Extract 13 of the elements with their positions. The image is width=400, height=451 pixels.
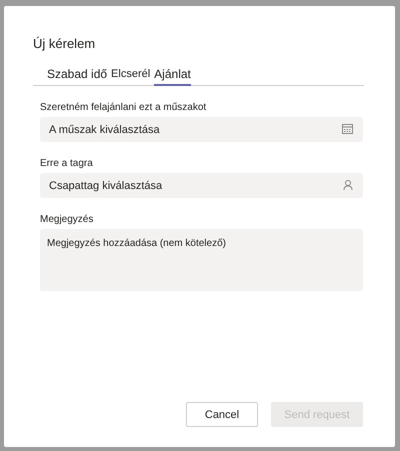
tab[interactable]: Szabad idő [47,67,108,86]
tab[interactable]: Elcserél [111,67,150,86]
person-icon [343,180,353,190]
tab[interactable]: Ajánlat [154,67,191,86]
field-label: Erre a tagra [40,158,94,169]
cancel-button[interactable]: Cancel [186,402,258,427]
picker-field[interactable]: A műszak kiválasztása [40,117,363,142]
dialog-title: Új kérelem [33,36,96,51]
field-label: Szeretném felajánlani ezt a műszakot [40,102,208,113]
field-label: Megjegyzés [40,214,94,225]
note-field[interactable]: Megjegyzés hozzáadása (nem kötelező) [40,229,363,291]
picker-field[interactable]: Csapattag kiválasztása [40,173,363,198]
calendar-icon [342,124,353,134]
